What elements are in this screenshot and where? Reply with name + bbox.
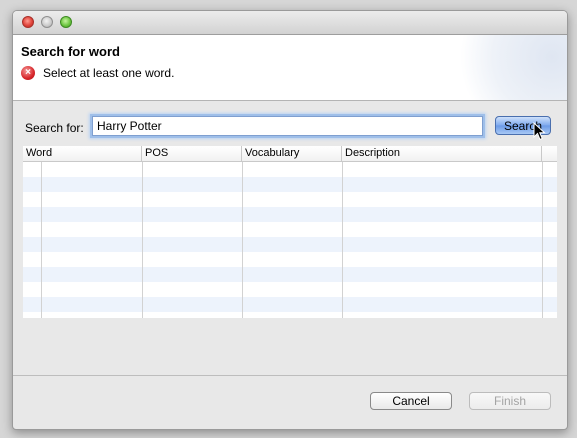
error-message: Select at least one word. bbox=[43, 66, 175, 80]
table-header: Word POS Vocabulary Description bbox=[23, 146, 557, 162]
header-decoration bbox=[447, 35, 567, 100]
results-table: Word POS Vocabulary Description bbox=[23, 146, 557, 318]
table-row bbox=[23, 177, 557, 192]
table-row bbox=[23, 207, 557, 222]
search-label: Search for: bbox=[25, 121, 84, 135]
dialog-title: Search for word bbox=[21, 44, 120, 59]
search-dialog-window: Search for word × Select at least one wo… bbox=[12, 10, 568, 430]
search-input[interactable] bbox=[92, 116, 483, 136]
column-divider bbox=[342, 162, 343, 318]
mouse-pointer-icon bbox=[533, 122, 546, 141]
column-divider bbox=[542, 162, 543, 318]
error-icon: × bbox=[21, 66, 35, 80]
finish-button[interactable]: Finish bbox=[469, 392, 551, 410]
table-row bbox=[23, 252, 557, 267]
column-divider bbox=[41, 162, 42, 318]
column-header-word[interactable]: Word bbox=[23, 146, 142, 162]
cancel-button[interactable]: Cancel bbox=[370, 392, 452, 410]
column-header-description[interactable]: Description bbox=[342, 146, 542, 162]
column-header-pos[interactable]: POS bbox=[142, 146, 242, 162]
dialog-header: Search for word × Select at least one wo… bbox=[13, 35, 567, 101]
table-body bbox=[23, 162, 557, 318]
table-row bbox=[23, 297, 557, 312]
zoom-window-button[interactable] bbox=[60, 16, 72, 28]
table-row bbox=[23, 162, 557, 177]
table-row bbox=[23, 237, 557, 252]
table-row bbox=[23, 222, 557, 237]
minimize-window-button[interactable] bbox=[41, 16, 53, 28]
close-window-button[interactable] bbox=[22, 16, 34, 28]
column-divider bbox=[242, 162, 243, 318]
column-divider bbox=[142, 162, 143, 318]
column-header-vocabulary[interactable]: Vocabulary bbox=[242, 146, 342, 162]
table-row bbox=[23, 282, 557, 297]
table-row bbox=[23, 192, 557, 207]
title-bar bbox=[13, 11, 567, 35]
table-row bbox=[23, 267, 557, 282]
footer-separator bbox=[13, 375, 567, 376]
